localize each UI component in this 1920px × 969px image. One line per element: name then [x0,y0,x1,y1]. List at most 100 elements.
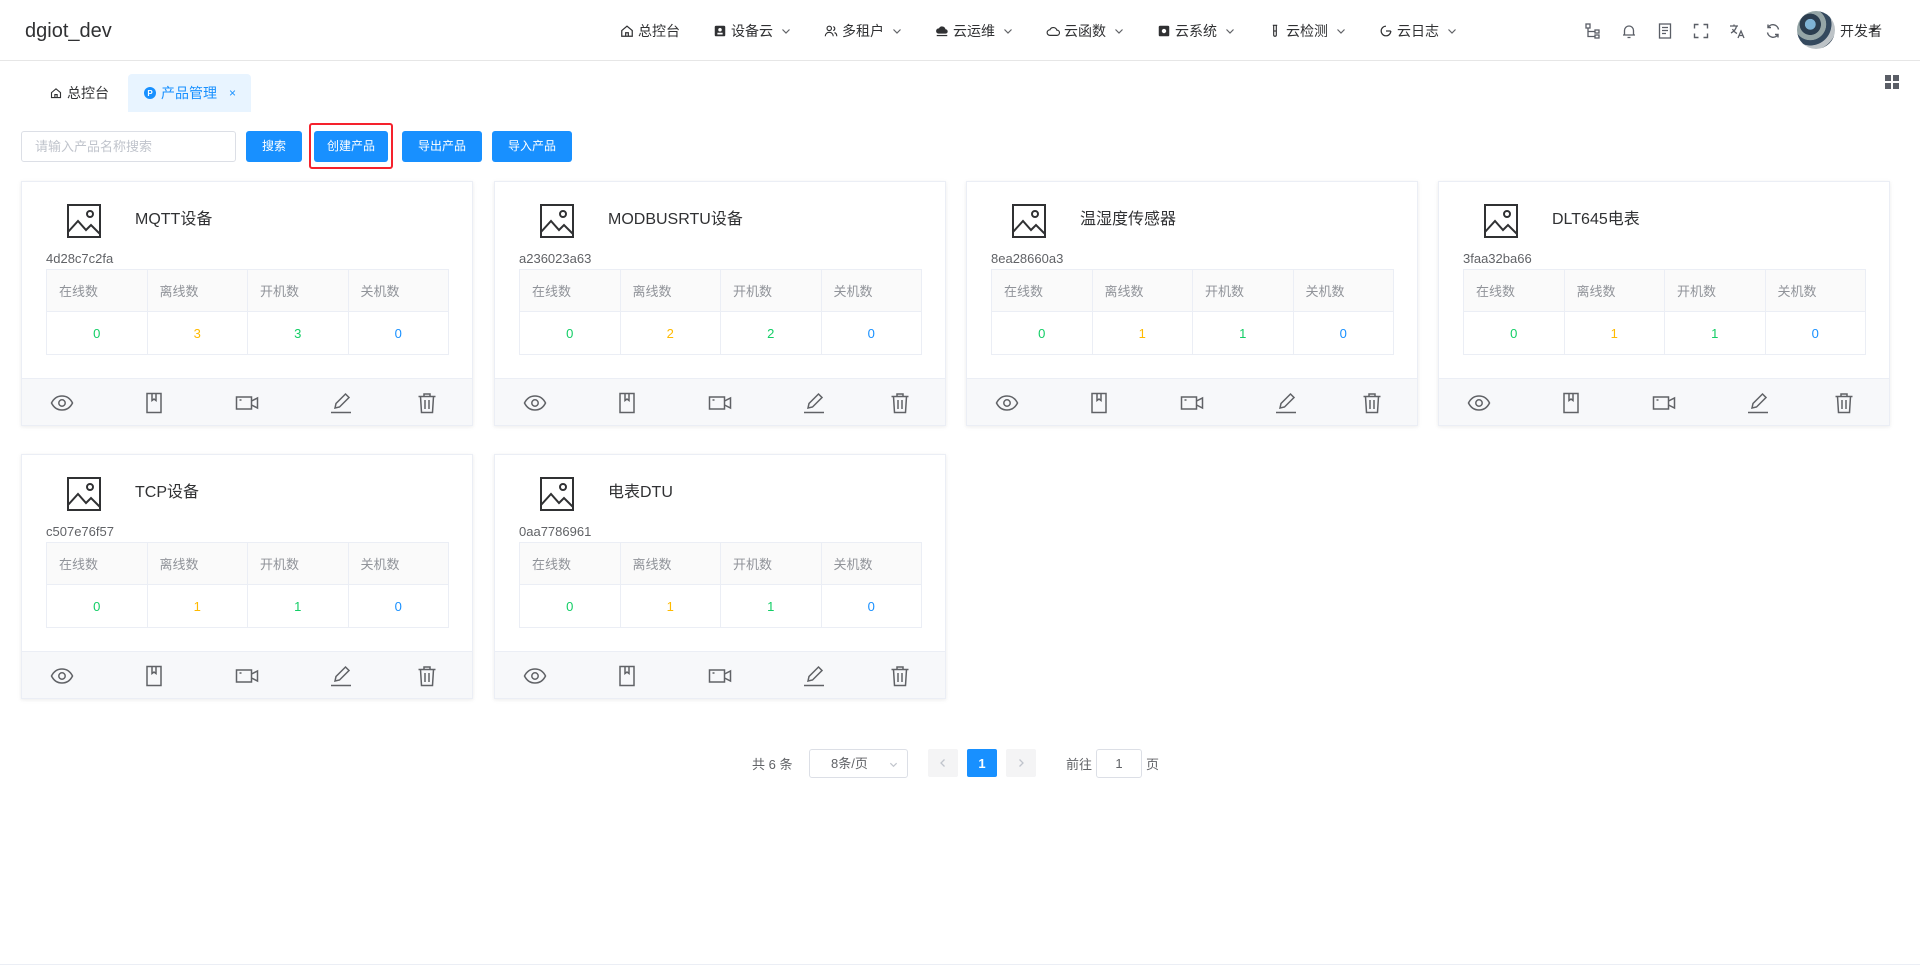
refresh-icon[interactable] [1764,22,1782,40]
edit-icon[interactable] [329,392,353,414]
edit-icon[interactable] [1746,392,1770,414]
view-icon[interactable] [50,665,74,687]
nav-item-cloud-ops[interactable]: 云运维 [935,21,1013,41]
delete-icon[interactable] [888,665,912,687]
stat-offline: 1 [1091,311,1193,355]
stat-header: 关机数 [347,269,449,312]
app-title: dgiot_dev [25,20,112,42]
product-name[interactable]: MODBUSRTU设备 [608,205,743,229]
video-icon[interactable] [708,392,732,414]
page-number-current[interactable]: 1 [967,749,997,777]
edit-icon[interactable] [1274,392,1298,414]
nav-item-multi-tenant[interactable]: 多租户 [824,21,902,41]
stat-offline: 1 [146,584,248,628]
image-placeholder-icon [540,204,574,238]
tab-product-management[interactable]: P 产品管理 × [128,74,252,112]
stat-offline: 3 [146,311,248,355]
view-icon[interactable] [995,392,1019,414]
bell-icon[interactable] [1620,22,1638,40]
stat-header: 在线数 [1463,269,1565,312]
home-icon [621,24,633,37]
video-icon[interactable] [1652,392,1676,414]
avatar[interactable] [1797,11,1835,49]
stat-header: 关机数 [820,542,922,585]
video-icon[interactable] [235,665,259,687]
video-icon[interactable] [708,665,732,687]
product-name[interactable]: DLT645电表 [1552,205,1640,229]
product-stats-table: 在线数 离线数 开机数 关机数 0 1 1 0 [519,542,922,628]
video-icon[interactable] [1180,392,1204,414]
view-icon[interactable] [1467,392,1491,414]
book-icon[interactable] [1087,392,1111,414]
card-actions [1439,378,1889,425]
delete-icon[interactable] [415,665,439,687]
bottom-divider [0,964,1920,965]
goto-suffix: 页 [1146,757,1160,772]
book-icon[interactable] [615,665,639,687]
grid-icon[interactable] [1884,74,1900,90]
stat-power-on: 1 [720,584,822,628]
stat-offline: 1 [619,584,721,628]
chevron-down-icon [889,762,898,768]
nav-item-device-cloud[interactable]: 设备云 [713,21,791,41]
tree-icon[interactable] [1584,22,1602,40]
stat-online: 0 [46,584,148,628]
image-placeholder-icon [67,477,101,511]
stat-power-off: 0 [820,311,922,355]
document-icon[interactable] [1656,22,1674,40]
nav-item-cloud-log[interactable]: 云日志 [1379,21,1457,41]
product-name[interactable]: MQTT设备 [135,205,212,229]
next-page-button[interactable] [1006,749,1036,777]
delete-icon[interactable] [1832,392,1856,414]
edit-icon[interactable] [802,665,826,687]
book-icon[interactable] [615,392,639,414]
stat-online: 0 [519,584,621,628]
translate-icon[interactable] [1728,22,1746,40]
close-icon[interactable]: × [229,86,236,100]
stat-online: 0 [991,311,1093,355]
page-size-select[interactable]: 8条/页 [809,749,908,778]
stats-header-row: 在线数 离线数 开机数 关机数 [46,542,449,585]
product-name[interactable]: 温湿度传感器 [1080,205,1176,229]
export-product-button[interactable]: 导出产品 [402,131,482,162]
stat-header: 在线数 [46,542,148,585]
delete-icon[interactable] [415,392,439,414]
view-icon[interactable] [523,665,547,687]
chevron-down-icon [893,28,901,34]
nav-item-cloud-system[interactable]: 云系统 [1157,21,1235,41]
product-name[interactable]: 电表DTU [608,478,673,502]
fullscreen-icon[interactable] [1692,22,1710,40]
view-icon[interactable] [50,392,74,414]
delete-icon[interactable] [1360,392,1384,414]
video-icon[interactable] [235,392,259,414]
chevron-down-icon [1448,28,1456,34]
product-stats-table: 在线数 离线数 开机数 关机数 0 1 1 0 [991,269,1394,355]
goto-page-input[interactable] [1096,749,1142,778]
create-product-button[interactable]: 创建产品 [314,131,388,162]
book-icon[interactable] [142,392,166,414]
book-icon[interactable] [1559,392,1583,414]
stat-header: 开机数 [1664,269,1766,312]
chevron-down-icon[interactable] [1869,25,1878,34]
stat-power-on: 1 [1192,311,1294,355]
page-size-value: 8条/页 [831,756,868,771]
tab-dashboard[interactable]: 总控台 [50,74,109,112]
view-icon[interactable] [523,392,547,414]
book-icon[interactable] [142,665,166,687]
edit-icon[interactable] [329,665,353,687]
system-icon [1158,25,1170,36]
users-icon [824,25,838,36]
nav-item-cloud-test[interactable]: 云检测 [1268,21,1346,41]
search-button[interactable]: 搜索 [246,131,302,162]
stats-value-row: 0 1 1 0 [46,584,449,628]
import-product-button[interactable]: 导入产品 [492,131,572,162]
stats-header-row: 在线数 离线数 开机数 关机数 [46,269,449,312]
nav-item-dashboard[interactable]: 总控台 [620,21,680,41]
nav-item-cloud-function[interactable]: 云函数 [1046,21,1124,41]
prev-page-button[interactable] [928,749,958,777]
product-name[interactable]: TCP设备 [135,478,199,502]
delete-icon[interactable] [888,392,912,414]
product-card: DLT645电表 3faa32ba66 在线数 离线数 开机数 关机数 0 1 1 0 [1438,181,1890,426]
edit-icon[interactable] [802,392,826,414]
search-input[interactable] [21,131,236,162]
